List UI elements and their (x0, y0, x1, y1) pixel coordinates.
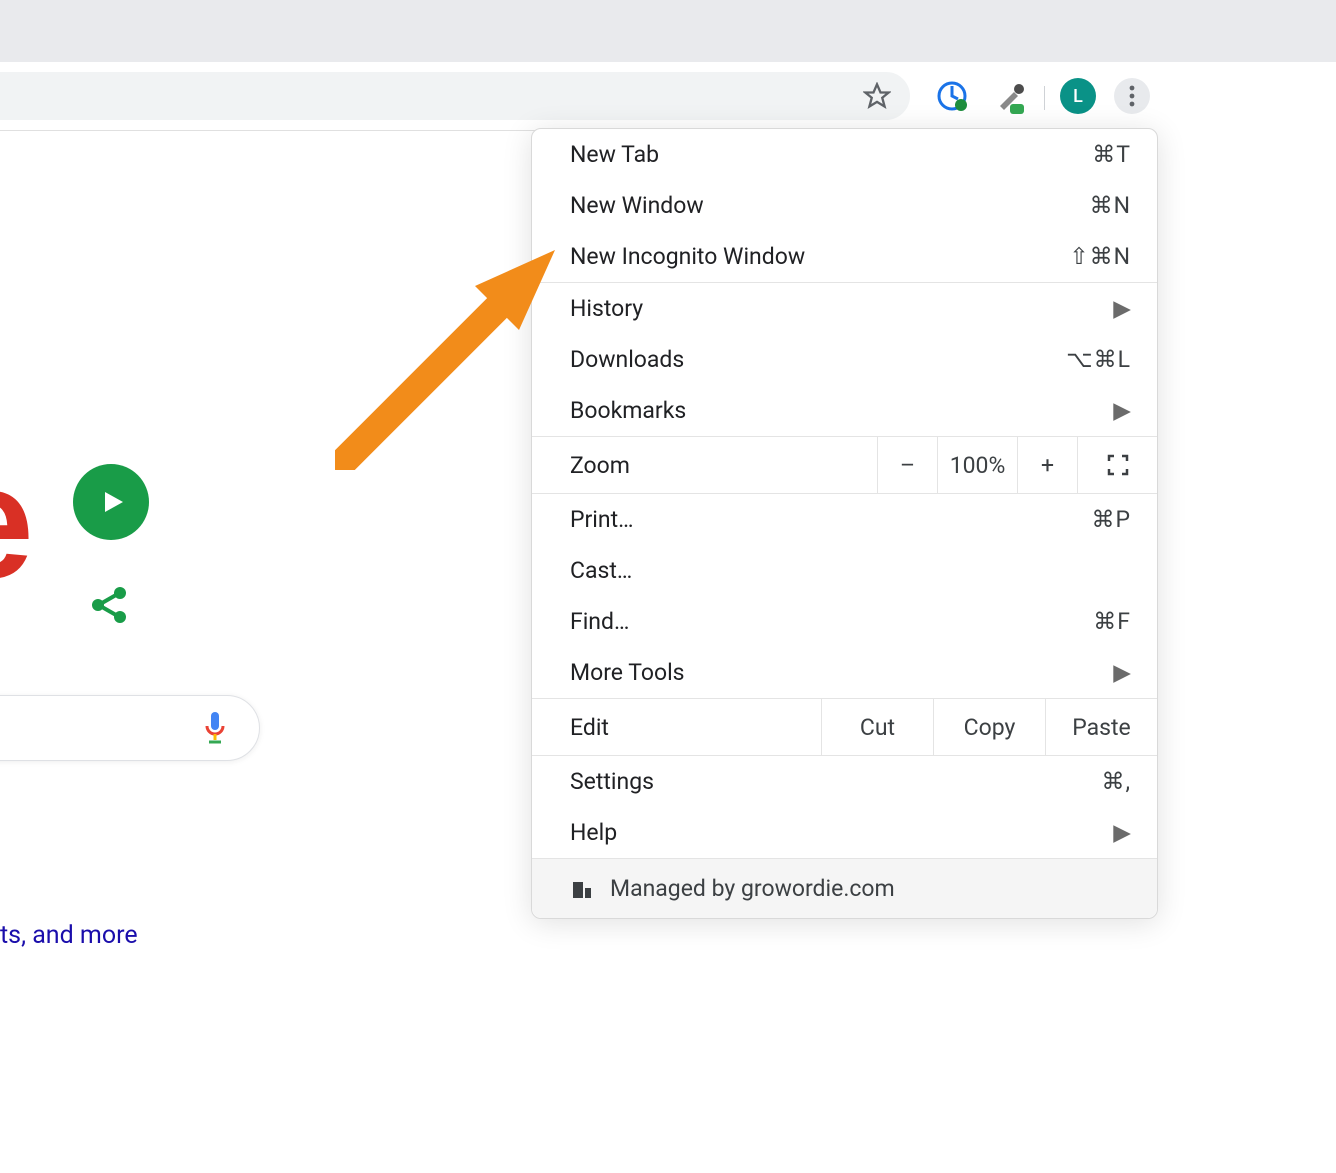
chevron-right-icon: ▶ (1113, 397, 1131, 424)
menu-label: More Tools (570, 659, 685, 686)
menu-shortcut: ⌘F (1093, 608, 1131, 635)
menu-label: Find… (570, 608, 629, 635)
menu-more-tools[interactable]: More Tools ▶ (532, 647, 1157, 698)
menu-bookmarks[interactable]: Bookmarks ▶ (532, 385, 1157, 436)
menu-label: Cast… (570, 557, 632, 584)
edit-copy-button[interactable]: Copy (933, 699, 1045, 755)
menu-help[interactable]: Help ▶ (532, 807, 1157, 858)
menu-cast[interactable]: Cast… (532, 545, 1157, 596)
menu-label: Print… (570, 506, 634, 533)
menu-shortcut: ⌥⌘L (1066, 346, 1131, 373)
menu-new-incognito[interactable]: New Incognito Window ⇧⌘N (532, 231, 1157, 282)
menu-history[interactable]: History ▶ (532, 283, 1157, 334)
zoom-in-button[interactable]: + (1017, 437, 1077, 493)
menu-shortcut: ⌘, (1101, 768, 1131, 795)
bookmark-star-icon[interactable] (863, 82, 891, 110)
profile-initial: L (1073, 86, 1083, 107)
chevron-right-icon: ▶ (1113, 659, 1131, 686)
menu-find[interactable]: Find… ⌘F (532, 596, 1157, 647)
menu-shortcut: ⌘T (1092, 141, 1131, 168)
menu-label: Bookmarks (570, 397, 686, 424)
menu-shortcut: ⇧⌘N (1069, 243, 1131, 270)
menu-new-tab[interactable]: New Tab ⌘T (532, 129, 1157, 180)
menu-label: New Window (570, 192, 704, 219)
menu-zoom-row: Zoom – 100% + (532, 436, 1157, 494)
menu-label: New Tab (570, 141, 659, 168)
share-icon[interactable] (88, 584, 130, 630)
menu-label: Settings (570, 768, 654, 795)
extension-icon-eyedropper[interactable] (992, 78, 1028, 114)
building-icon (570, 877, 594, 901)
kebab-icon (1129, 85, 1135, 107)
browser-main-menu: New Tab ⌘T New Window ⌘N New Incognito W… (531, 128, 1158, 919)
menu-downloads[interactable]: Downloads ⌥⌘L (532, 334, 1157, 385)
microphone-icon[interactable] (201, 710, 229, 746)
extension-icon-1[interactable] (934, 78, 970, 114)
play-doodle-icon[interactable] (73, 464, 149, 540)
edit-cut-button[interactable]: Cut (821, 699, 933, 755)
chevron-right-icon: ▶ (1113, 819, 1131, 846)
zoom-out-button[interactable]: – (877, 437, 937, 493)
browser-menu-button[interactable] (1114, 78, 1150, 114)
menu-zoom-label: Zoom (532, 438, 877, 493)
fullscreen-icon (1107, 454, 1129, 476)
profile-avatar[interactable]: L (1060, 78, 1096, 114)
annotation-arrow (335, 250, 555, 470)
browser-tab-strip (0, 0, 1336, 62)
edit-paste-button[interactable]: Paste (1045, 699, 1157, 755)
menu-label: Help (570, 819, 617, 846)
google-search-box[interactable] (0, 695, 260, 761)
menu-label: Downloads (570, 346, 684, 373)
page-link-fragment[interactable]: ts, and more (0, 921, 138, 950)
zoom-value: 100% (937, 437, 1017, 493)
fullscreen-button[interactable] (1077, 437, 1157, 493)
menu-settings[interactable]: Settings ⌘, (532, 756, 1157, 807)
menu-label: New Incognito Window (570, 243, 805, 270)
menu-edit-label: Edit (532, 700, 821, 755)
managed-text: Managed by growordie.com (610, 875, 895, 902)
menu-print[interactable]: Print… ⌘P (532, 494, 1157, 545)
address-bar[interactable] (0, 72, 910, 120)
menu-edit-row: Edit Cut Copy Paste (532, 699, 1157, 755)
menu-new-window[interactable]: New Window ⌘N (532, 180, 1157, 231)
menu-managed-footer[interactable]: Managed by growordie.com (532, 858, 1157, 918)
google-logo-fragment: e (0, 430, 32, 614)
menu-label: History (570, 295, 643, 322)
menu-shortcut: ⌘P (1091, 506, 1131, 533)
menu-shortcut: ⌘N (1090, 192, 1131, 219)
toolbar-divider (1044, 86, 1045, 110)
chevron-right-icon: ▶ (1113, 295, 1131, 322)
